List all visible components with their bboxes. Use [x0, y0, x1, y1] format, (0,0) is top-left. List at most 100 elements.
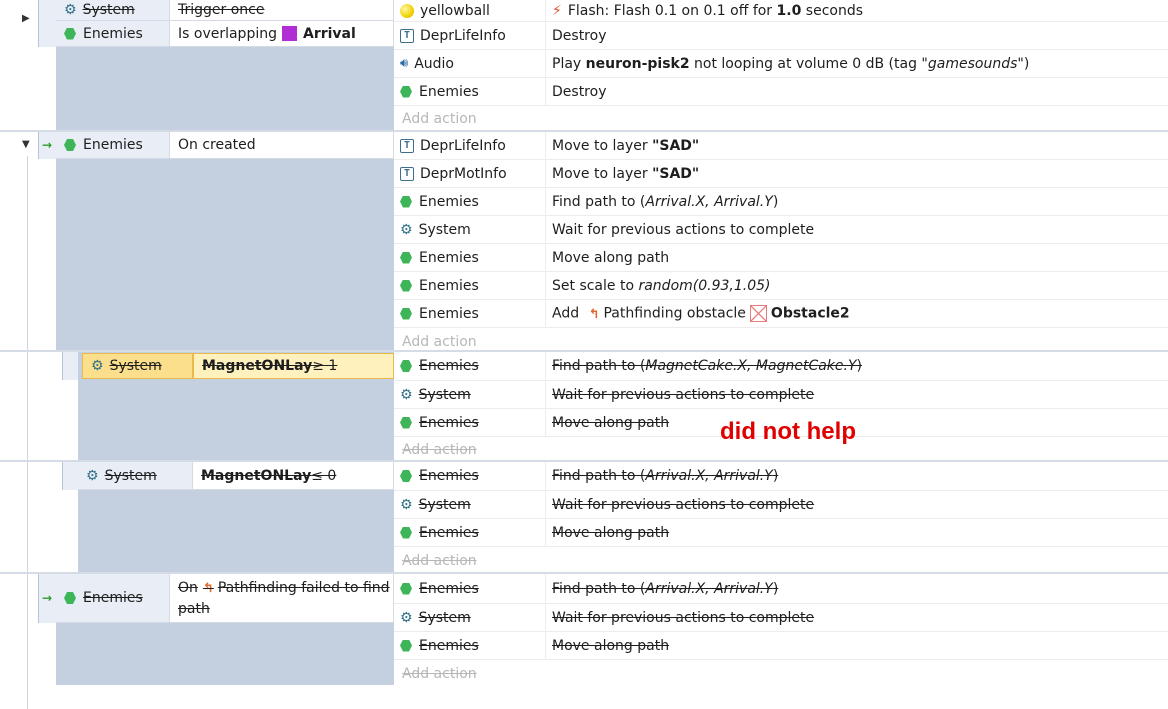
- condition-object-label: Enemies: [83, 25, 143, 42]
- action-text: Move along path: [552, 249, 670, 266]
- action-text-suffix: "): [1017, 55, 1030, 72]
- condition-text[interactable]: Trigger once: [170, 0, 394, 21]
- action-row[interactable]: Enemies Move along path: [394, 519, 1168, 547]
- action-list: T DeprLifeInfo Move to layer "SAD" T DeprM…: [394, 132, 1168, 350]
- action-text: Destroy: [552, 27, 607, 44]
- action-text: Play: [552, 55, 586, 72]
- event-2: ▼ → Enemies On created T DeprLifeInfo Mov…: [0, 132, 1168, 709]
- gear-icon: ⚙: [91, 358, 104, 374]
- condition-object[interactable]: Enemies: [56, 21, 170, 47]
- action-param: random(0.93,1.05): [638, 277, 771, 294]
- sprite-icon: [400, 526, 412, 539]
- condition-object-label: System: [104, 467, 157, 484]
- condition-label: MagnetONLay: [202, 358, 313, 374]
- add-action-button[interactable]: Add action: [394, 106, 1168, 132]
- action-row[interactable]: T DeprMotInfo Move to layer "SAD": [394, 160, 1168, 188]
- condition-text[interactable]: MagnetONLay ≤ 0: [193, 462, 394, 490]
- trigger-arrow-icon: →: [42, 591, 53, 605]
- action-row[interactable]: yellowball ⚡︎ Flash: Flash 0.1 on 0.1 off…: [394, 0, 1168, 22]
- condition-object-label: Enemies: [83, 137, 143, 153]
- event-3: ⚙ System MagnetONLay ≥ 1 Enemies Find pa…: [0, 352, 1168, 460]
- action-object: Enemies: [419, 193, 479, 210]
- action-row[interactable]: ⚙ System Wait for previous actions to com…: [394, 491, 1168, 519]
- action-row[interactable]: Enemies Find path to (MagnetCake.X, Magn…: [394, 352, 1168, 381]
- action-text: Move to layer: [552, 137, 653, 154]
- event-gutter: [62, 462, 78, 490]
- action-row[interactable]: Enemies Destroy: [394, 78, 1168, 106]
- action-behavior: Pathfinding obstacle: [603, 305, 746, 322]
- action-row[interactable]: Enemies Add ↰ Pathfinding obstacle Obstacl…: [394, 300, 1168, 328]
- speaker-icon: 🔊︎: [400, 56, 409, 71]
- action-row[interactable]: Enemies Move along path: [394, 244, 1168, 272]
- action-row[interactable]: ⚙ System Wait for previous actions to com…: [394, 604, 1168, 632]
- condition-label: On created: [178, 137, 256, 153]
- action-text-suffix: ): [772, 580, 779, 597]
- sprite-icon: [400, 279, 412, 292]
- add-action-button[interactable]: Add action: [394, 547, 1168, 575]
- action-text: Move to layer: [552, 165, 653, 182]
- condition-object-label: System: [109, 358, 162, 374]
- add-action-button[interactable]: Add action: [394, 660, 1168, 688]
- action-object: Enemies: [419, 83, 479, 100]
- condition-text[interactable]: On created: [170, 132, 394, 159]
- condition-label-wrap: path: [178, 600, 210, 617]
- collapse-toggle-icon[interactable]: ▼: [22, 139, 30, 150]
- action-list: yellowball ⚡︎ Flash: Flash 0.1 on 0.1 off…: [394, 0, 1168, 130]
- action-row[interactable]: Enemies Move along path: [394, 632, 1168, 660]
- condition-operator: ≥ 1: [312, 358, 338, 374]
- action-text: Set scale to: [552, 277, 639, 294]
- event-gutter: [62, 352, 78, 380]
- action-text: Wait for previous actions to complete: [552, 609, 815, 626]
- condition-text[interactable]: Is overlapping Arrival: [170, 21, 394, 47]
- action-row[interactable]: Enemies Set scale to random(0.93,1.05): [394, 272, 1168, 300]
- action-object: DeprMotInfo: [420, 165, 507, 182]
- pathfinding-icon: ↰: [588, 306, 600, 322]
- action-text: Wait for previous actions to complete: [552, 496, 815, 513]
- condition-object[interactable]: ⚙ System: [82, 353, 193, 379]
- action-object: Enemies: [419, 468, 479, 484]
- sprite-icon: [400, 307, 412, 320]
- condition-text[interactable]: On ↰ Pathfinding failed to find path: [170, 574, 394, 623]
- gear-icon: ⚙: [86, 467, 99, 484]
- action-param: Arrival.X, Arrival.Y: [645, 193, 773, 210]
- condition-object[interactable]: Enemies: [56, 132, 170, 159]
- action-row[interactable]: ⚙ System Wait for previous actions to com…: [394, 216, 1168, 244]
- condition-object-label: System: [82, 2, 135, 18]
- sprite-icon: [400, 470, 412, 482]
- sprite-icon: [400, 639, 412, 652]
- ball-icon: [400, 3, 414, 18]
- action-row[interactable]: T DeprLifeInfo Move to layer "SAD": [394, 132, 1168, 160]
- condition-text[interactable]: MagnetONLay ≥ 1: [193, 353, 394, 379]
- action-param: neuron-pisk2: [585, 55, 690, 72]
- obstacle-thumbnail-icon: [749, 305, 767, 322]
- action-row[interactable]: Enemies Find path to (Arrival.X, Arrival…: [394, 574, 1168, 604]
- action-row[interactable]: T DeprLifeInfo Destroy: [394, 22, 1168, 50]
- sprite-icon: [400, 582, 412, 595]
- action-row[interactable]: 🔊︎ Audio Play neuron-pisk2 not looping at…: [394, 50, 1168, 78]
- sprite-icon: [64, 139, 76, 151]
- gear-icon: ⚙: [64, 2, 77, 18]
- event-1: ▶ ⚙ System Trigger once Enemies Is overl…: [0, 0, 1168, 130]
- condition-object[interactable]: Enemies: [56, 574, 170, 623]
- sprite-icon: [64, 592, 76, 604]
- action-row[interactable]: Enemies Find path to (Arrival.X, Arrival…: [394, 188, 1168, 216]
- action-object: Enemies: [419, 249, 479, 266]
- action-object: Enemies: [419, 414, 479, 431]
- action-object: System: [418, 496, 471, 513]
- action-row[interactable]: ⚙ System Wait for previous actions to com…: [394, 381, 1168, 409]
- condition-object[interactable]: ⚙ System: [56, 0, 170, 21]
- condition-object[interactable]: ⚙ System: [78, 462, 193, 490]
- event-5: → Enemies On ↰ Pathfinding failed to find …: [0, 574, 1168, 685]
- action-object: System: [418, 221, 471, 238]
- action-param: Arrival.X, Arrival.Y: [645, 468, 773, 484]
- action-text: Find path to (: [552, 580, 646, 597]
- sprite-icon: [400, 251, 412, 264]
- condition-block[interactable]: [56, 132, 394, 350]
- condition-operator: ≤ 0: [311, 467, 337, 484]
- gear-icon: ⚙: [400, 221, 413, 238]
- action-text-suffix: ): [772, 468, 779, 484]
- pathfinding-icon: ↰: [202, 580, 214, 596]
- trigger-arrow-icon: →: [42, 138, 53, 152]
- action-row[interactable]: Enemies Find path to (Arrival.X, Arrival…: [394, 462, 1168, 491]
- expand-toggle-icon[interactable]: ▶: [22, 13, 30, 24]
